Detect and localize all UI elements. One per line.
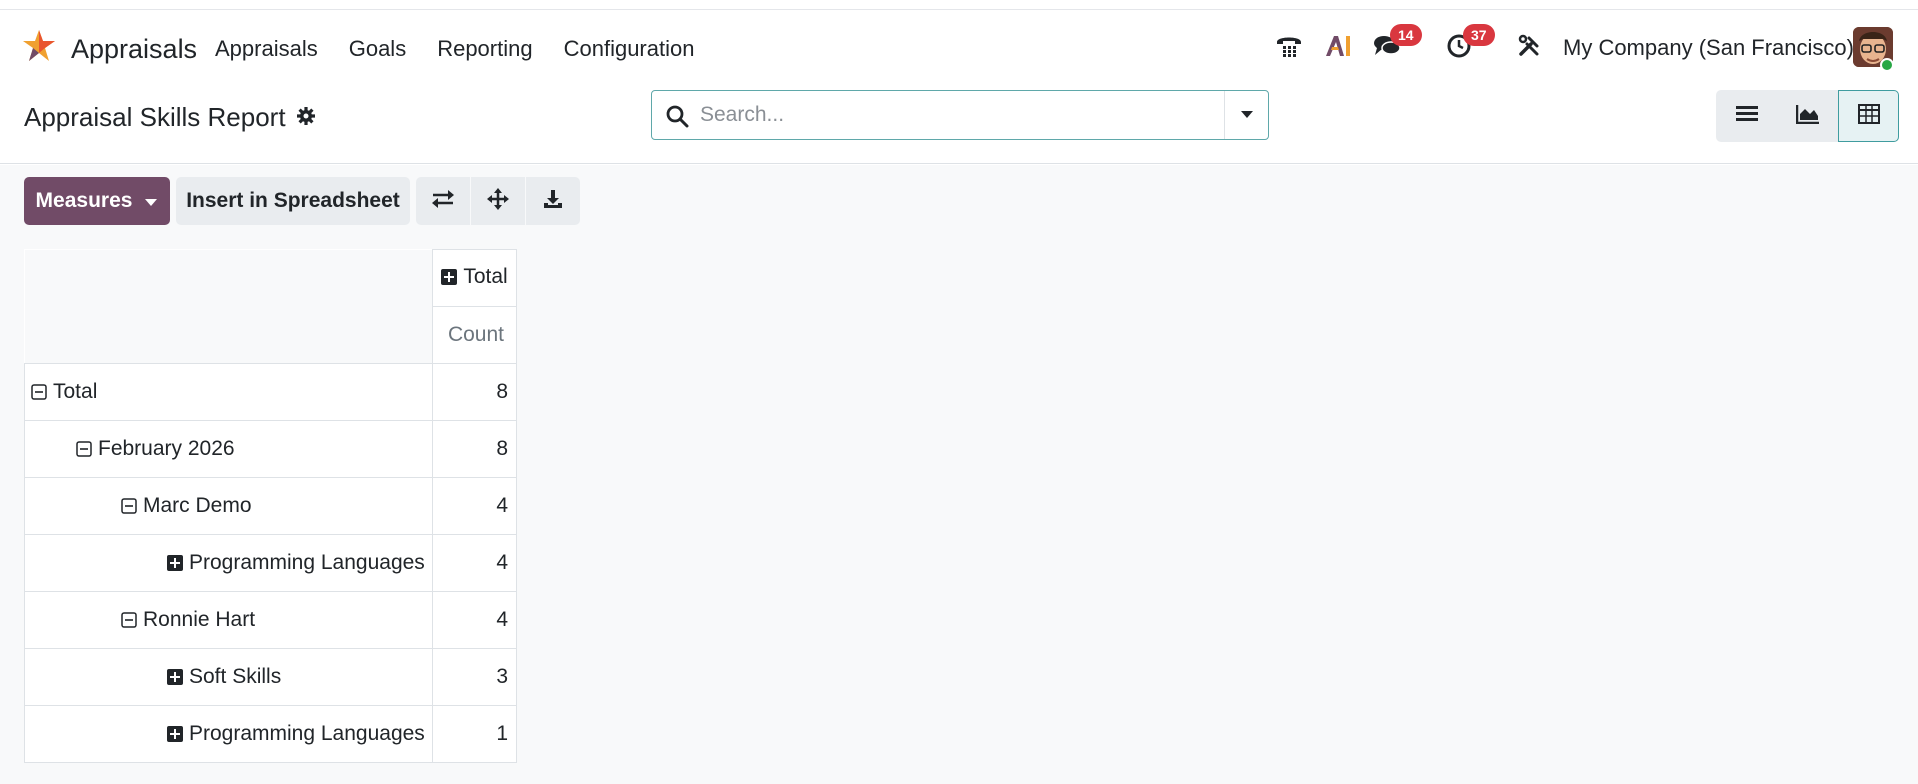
phone-icon[interactable] xyxy=(1273,30,1305,62)
row-header-label: Soft Skills xyxy=(189,665,282,688)
caret-down-icon xyxy=(1240,106,1254,124)
top-navbar: Appraisals Appraisals Goals Reporting Co… xyxy=(0,9,1918,82)
flip-axis-button[interactable] xyxy=(416,177,470,225)
table-row: Programming Languages 1 xyxy=(24,705,517,763)
row-header-label: February 2026 xyxy=(98,437,235,460)
minus-square-icon xyxy=(121,612,137,628)
pivot-view-button[interactable] xyxy=(1838,90,1899,142)
row-header-label: Programming Languages xyxy=(189,551,425,574)
plus-square-icon xyxy=(167,555,183,571)
pivot-cell[interactable]: 3 xyxy=(432,648,517,706)
plus-square-icon xyxy=(441,269,458,285)
messages-badge: 14 xyxy=(1390,24,1422,46)
search-icon xyxy=(665,104,689,133)
table-row: Ronnie Hart 4 xyxy=(24,591,517,649)
main-menu: Appraisals Goals Reporting Configuration xyxy=(215,36,725,62)
pivot-cell[interactable]: 8 xyxy=(432,420,517,478)
row-header-label: Total xyxy=(53,380,98,403)
pivot-corner xyxy=(24,249,433,364)
row-header[interactable]: February 2026 xyxy=(24,420,433,478)
plus-square-icon xyxy=(167,669,183,685)
minus-square-icon xyxy=(31,384,47,400)
control-panel: Appraisal Skills Report xyxy=(0,82,1918,164)
pivot-table: Total Count Total 8 February 2026 8 Marc… xyxy=(24,249,517,763)
list-icon xyxy=(1735,105,1758,128)
graph-view-button[interactable] xyxy=(1777,90,1838,142)
list-view-button[interactable] xyxy=(1716,90,1777,142)
table-row: February 2026 8 xyxy=(24,420,517,478)
row-header-label: Ronnie Hart xyxy=(143,608,256,631)
expand-all-button[interactable] xyxy=(471,177,525,225)
measures-button[interactable]: Measures xyxy=(24,177,170,225)
app-name[interactable]: Appraisals xyxy=(71,34,197,65)
download-button[interactable] xyxy=(526,177,580,225)
col-header-label: Total xyxy=(463,265,508,288)
pivot-cell[interactable]: 8 xyxy=(432,363,517,421)
col-header-total[interactable]: Total xyxy=(432,249,517,307)
insert-in-spreadsheet-button[interactable]: Insert in Spreadsheet xyxy=(176,177,410,225)
breadcrumb: Appraisal Skills Report xyxy=(24,102,316,133)
search-options-toggle[interactable] xyxy=(1224,91,1268,139)
view-switcher xyxy=(1716,90,1899,142)
app-logo-icon[interactable] xyxy=(22,29,56,63)
pivot-content: Measures Insert in Spreadsheet Total Cou… xyxy=(0,165,1918,784)
row-header[interactable]: Soft Skills xyxy=(24,648,433,706)
pivot-cell[interactable]: 1 xyxy=(432,705,517,763)
online-status-indicator xyxy=(1880,58,1894,72)
table-row: Total 8 xyxy=(24,363,517,421)
gear-icon[interactable] xyxy=(296,102,316,133)
menu-item-reporting[interactable]: Reporting xyxy=(437,36,532,62)
arrows-move-icon xyxy=(487,187,509,215)
minus-square-icon xyxy=(121,498,137,514)
row-header[interactable]: Marc Demo xyxy=(24,477,433,535)
row-header[interactable]: Programming Languages xyxy=(24,705,433,763)
download-icon xyxy=(543,189,563,214)
table-row: Marc Demo 4 xyxy=(24,477,517,535)
activities-badge: 37 xyxy=(1463,24,1495,46)
pivot-cell[interactable]: 4 xyxy=(432,534,517,592)
company-switcher[interactable]: My Company (San Francisco) xyxy=(1563,35,1854,61)
table-row: Programming Languages 4 xyxy=(24,534,517,592)
table-icon xyxy=(1857,103,1880,129)
ai-icon[interactable] xyxy=(1322,30,1354,62)
measures-label: Measures xyxy=(35,189,133,212)
menu-item-appraisals[interactable]: Appraisals xyxy=(215,36,318,62)
pivot-cell[interactable]: 4 xyxy=(432,477,517,535)
search-input[interactable] xyxy=(700,91,1200,139)
exchange-icon xyxy=(431,189,455,214)
measure-header-count[interactable]: Count xyxy=(432,306,517,364)
plus-square-icon xyxy=(167,726,183,742)
minus-square-icon xyxy=(76,441,92,457)
menu-item-configuration[interactable]: Configuration xyxy=(564,36,695,62)
pivot-cell[interactable]: 4 xyxy=(432,591,517,649)
page-title: Appraisal Skills Report xyxy=(24,102,286,132)
row-header-label: Programming Languages xyxy=(189,722,425,745)
menu-item-goals[interactable]: Goals xyxy=(349,36,406,62)
table-row: Soft Skills 3 xyxy=(24,648,517,706)
tools-icon[interactable] xyxy=(1513,30,1545,62)
pivot-actions xyxy=(416,177,581,225)
row-header[interactable]: Programming Languages xyxy=(24,534,433,592)
row-header[interactable]: Ronnie Hart xyxy=(24,591,433,649)
row-header[interactable]: Total xyxy=(24,363,433,421)
row-header-label: Marc Demo xyxy=(143,494,252,517)
caret-down-icon xyxy=(144,189,158,213)
area-chart-icon xyxy=(1795,104,1820,129)
search-bar xyxy=(651,90,1269,140)
